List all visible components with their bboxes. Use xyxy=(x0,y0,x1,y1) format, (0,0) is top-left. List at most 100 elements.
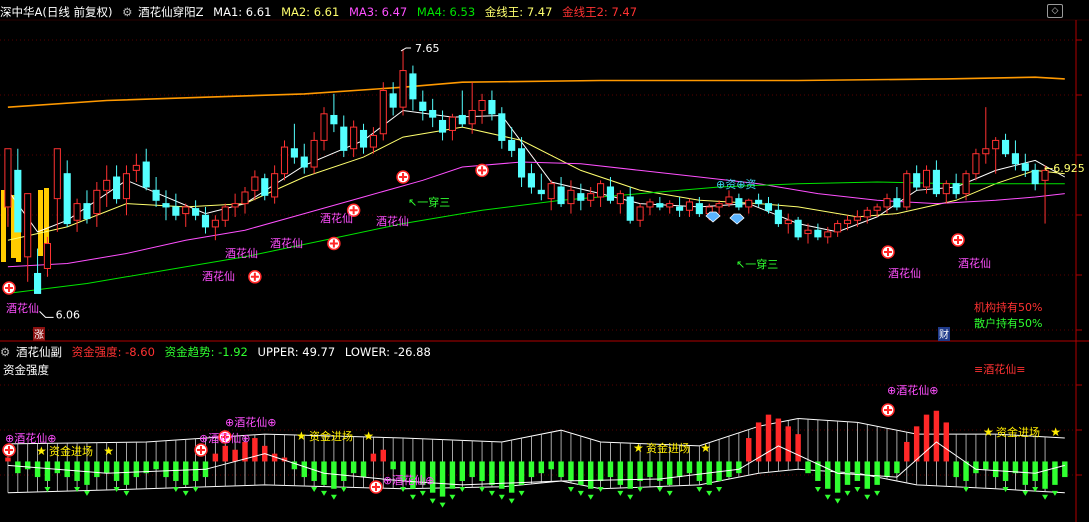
candle xyxy=(774,203,782,227)
candle xyxy=(478,93,486,124)
diamond-icon xyxy=(729,213,745,225)
strength-bar xyxy=(627,461,633,489)
strength-bar xyxy=(973,461,979,474)
fund-enter-label: 资金进场 xyxy=(309,429,353,443)
candle xyxy=(755,193,763,207)
candle-body xyxy=(685,201,694,211)
down-arrow-icon xyxy=(824,494,831,500)
down-arrow-icon xyxy=(706,490,713,496)
candle xyxy=(676,196,684,217)
indicator-name[interactable]: 酒花仙穿阳Z xyxy=(138,5,203,19)
candle xyxy=(53,148,61,232)
candle-body xyxy=(438,119,447,133)
strength-bar xyxy=(341,461,347,481)
down-arrow-icon xyxy=(627,494,634,500)
settings-gear-icon[interactable]: ⚙ xyxy=(122,5,132,19)
fund-signal-label: ⊕资⊕资 xyxy=(716,178,756,191)
strength-bar xyxy=(667,461,673,485)
strength-bar xyxy=(578,461,584,485)
stock-name[interactable]: 深中华A(日线 前复权) xyxy=(0,5,113,19)
candle xyxy=(626,186,634,224)
candle xyxy=(883,193,891,214)
lower-value: LOWER: -26.88 xyxy=(344,345,431,359)
candle-body xyxy=(409,73,417,100)
candle-body xyxy=(962,173,970,195)
candle xyxy=(952,173,960,199)
ma3-value: MA3: 6.47 xyxy=(348,5,408,19)
strength-bar xyxy=(15,461,21,474)
candle-body xyxy=(73,203,81,221)
break-one-three-label-2: ↖一穿三 xyxy=(736,257,778,271)
candle-body xyxy=(863,209,871,218)
candle-body xyxy=(113,176,121,200)
candle-body xyxy=(1011,153,1019,165)
down-arrow-icon xyxy=(311,486,318,492)
candle-body xyxy=(468,109,476,125)
strength-bar xyxy=(232,449,238,462)
candle-body xyxy=(764,203,773,211)
down-arrow-icon xyxy=(192,486,199,492)
candle-body xyxy=(972,153,980,175)
star-icon: ★ xyxy=(36,444,47,458)
candle xyxy=(982,107,990,164)
candle-body xyxy=(567,189,575,205)
strength-bar xyxy=(884,461,890,478)
candle-body xyxy=(241,191,249,205)
candle-body xyxy=(676,206,684,211)
candle xyxy=(646,198,654,216)
candle-body xyxy=(853,216,861,221)
candle-body xyxy=(300,156,308,168)
candle xyxy=(290,123,298,164)
candle-body xyxy=(517,148,526,178)
candle xyxy=(83,190,91,224)
strength-bar xyxy=(54,461,61,474)
sub-gear-icon[interactable]: ⚙ xyxy=(0,345,10,359)
sub-indicator-name[interactable]: 酒花仙副 xyxy=(16,345,62,359)
strength-bar xyxy=(113,461,120,481)
candle xyxy=(379,82,387,141)
candle-body xyxy=(93,189,101,215)
candle-body xyxy=(784,219,792,225)
strength-bar xyxy=(904,441,910,462)
candle-body xyxy=(429,109,437,118)
candle xyxy=(438,110,447,141)
down-arrow-icon xyxy=(864,494,871,500)
strength-bar xyxy=(587,461,594,489)
strength-bar xyxy=(548,461,554,470)
strength-bar xyxy=(736,461,742,474)
down-arrow-icon xyxy=(874,490,881,496)
candle-body xyxy=(1031,169,1039,185)
collapse-icon[interactable]: ◇ xyxy=(1047,4,1063,18)
strength-bar xyxy=(785,426,791,462)
candle-body xyxy=(231,203,239,208)
candle xyxy=(320,107,328,151)
candle-body xyxy=(271,173,279,198)
down-arrow-icon xyxy=(587,494,594,500)
candle-body xyxy=(666,203,674,208)
candle xyxy=(448,113,456,141)
candle-body xyxy=(903,173,911,208)
buy-signal-label: 酒花仙 xyxy=(888,267,921,280)
buy-signal-label: 酒花仙 xyxy=(320,212,353,225)
strength-bar xyxy=(212,453,219,462)
candle-body xyxy=(350,126,358,150)
candle xyxy=(300,143,308,174)
candle-body xyxy=(132,164,140,171)
candle-body xyxy=(399,70,407,108)
candle xyxy=(211,215,219,241)
candle-body xyxy=(745,199,753,208)
down-arrow-icon xyxy=(666,490,673,496)
strength-bar xyxy=(913,426,920,462)
star-icon: ★ xyxy=(1050,425,1061,439)
candle-body xyxy=(498,113,506,141)
strength-bar xyxy=(854,461,861,481)
down-arrow-icon xyxy=(439,502,446,508)
low-price-label: 6.06 xyxy=(56,308,81,321)
candle-body xyxy=(537,189,545,195)
candle xyxy=(340,115,348,158)
candle xyxy=(794,216,802,241)
candle-body xyxy=(725,196,733,205)
candle-body xyxy=(53,148,61,200)
candle xyxy=(241,186,249,214)
strength-bar xyxy=(222,445,228,462)
